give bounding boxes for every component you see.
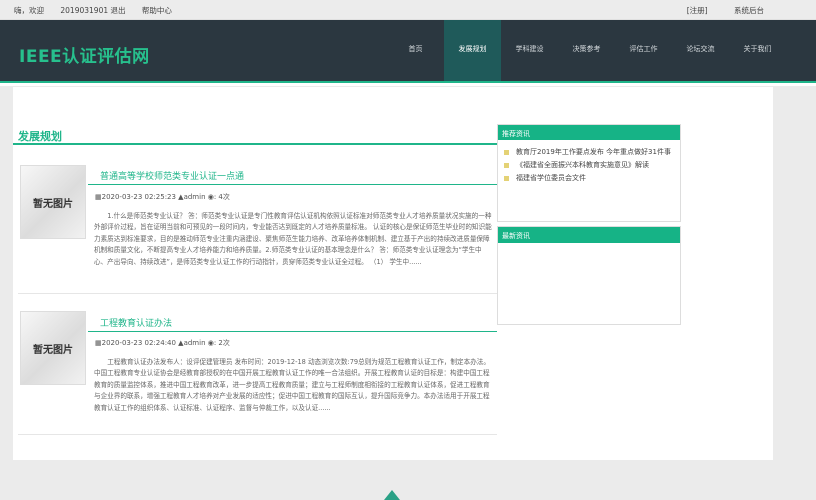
nav-item-discipline[interactable]: 学科建设 — [501, 20, 558, 81]
recommended-news-header: 推荐资讯 — [498, 125, 680, 140]
nav-item-forum[interactable]: 论坛交流 — [672, 20, 729, 81]
article-title-link[interactable]: 普通高等学校师范类专业认证一点通 — [100, 169, 244, 182]
back-to-top-icon[interactable] — [384, 490, 400, 500]
article-thumbnail[interactable]: 暂无图片 — [20, 311, 86, 385]
page-footer-gap — [0, 460, 816, 500]
bullet-square-icon — [504, 163, 509, 168]
bullet-square-icon — [504, 176, 509, 181]
article-excerpt: 工程教育认证办法发布人：设评促建管理员 发布时间：2019-12-18 动态浏览… — [94, 358, 490, 412]
section-title-rule — [13, 143, 497, 145]
site-logo[interactable]: IEEE认证评估网 — [19, 42, 150, 67]
latest-news-header: 最新资讯 — [498, 227, 680, 243]
list-item[interactable]: 《福建省全面振兴本科教育实施意见》解读 — [504, 159, 680, 172]
article-meta: ▦2020-03-23 02:24:40 ▲admin ◉: 2次 — [95, 339, 230, 347]
nav-item-assessment[interactable]: 评估工作 — [615, 20, 672, 81]
recommended-news-list: 教育厅2019年工作要点发布 今年重点做好31件事 《福建省全面振兴本科教育实施… — [498, 140, 680, 185]
recommended-news-box: 推荐资讯 教育厅2019年工作要点发布 今年重点做好31件事 《福建省全面振兴本… — [497, 124, 681, 222]
article-title-rule — [88, 331, 497, 332]
thumbnail-placeholder-text: 暂无图片 — [33, 198, 73, 210]
thumbnail-placeholder-text: 暂无图片 — [33, 344, 73, 356]
article-title-link[interactable]: 工程教育认证办法 — [100, 316, 172, 329]
register-link[interactable]: [注册] — [687, 6, 708, 15]
list-item[interactable]: 教育厅2019年工作要点发布 今年重点做好31件事 — [504, 146, 680, 159]
admin-backend-link[interactable]: 系统后台 — [734, 6, 764, 15]
article-thumbnail[interactable]: 暂无图片 — [20, 165, 86, 239]
article-separator — [18, 434, 497, 435]
bullet-square-icon — [504, 150, 509, 155]
latest-news-box: 最新资讯 — [497, 226, 681, 325]
nav-item-development-plan[interactable]: 发展规划 — [444, 20, 501, 81]
user-logout-link[interactable]: 2019031901 退出 — [60, 6, 125, 15]
main-nav: 首页 发展规划 学科建设 决策参考 评估工作 论坛交流 关于我们 — [387, 20, 786, 81]
nav-item-about[interactable]: 关于我们 — [729, 20, 786, 81]
article-excerpt: 1.什么是师范类专业认证？ 答：师范类专业认证是专门性教育评估认证机构依照认证标… — [94, 212, 492, 266]
nav-item-decision-reference[interactable]: 决策参考 — [558, 20, 615, 81]
article-item: 暂无图片 普通高等学校师范类专业认证一点通 ▦2020-03-23 02:25:… — [18, 160, 497, 300]
section-title: 发展规划 — [18, 130, 62, 143]
site-header: IEEE认证评估网 首页 发展规划 学科建设 决策参考 评估工作 论坛交流 关于… — [0, 20, 816, 81]
list-item[interactable]: 福建省学位委员会文件 — [504, 172, 680, 185]
article-title-rule — [88, 184, 497, 185]
header-divider — [0, 81, 816, 86]
article-meta: ▦2020-03-23 02:25:23 ▲admin ◉: 4次 — [95, 193, 230, 201]
help-center-link[interactable]: 帮助中心 — [142, 6, 172, 15]
greeting-text: 嗨，欢迎 — [14, 6, 44, 15]
article-separator — [18, 293, 497, 294]
nav-item-home[interactable]: 首页 — [387, 20, 444, 81]
article-item: 暂无图片 工程教育认证办法 ▦2020-03-23 02:24:40 ▲admi… — [18, 306, 497, 436]
top-bar: 嗨，欢迎 2019031901 退出 帮助中心 [注册] 系统后台 — [0, 0, 816, 20]
